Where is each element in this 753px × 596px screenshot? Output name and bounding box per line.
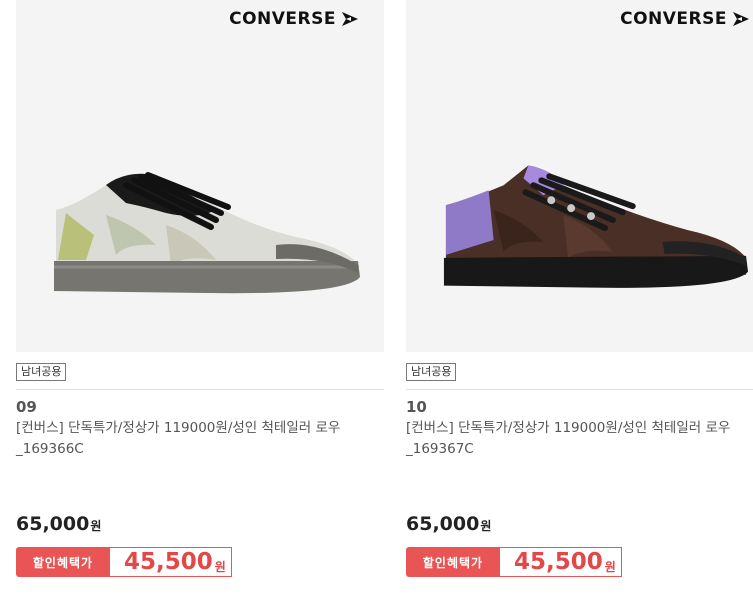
product-number: 09 bbox=[16, 398, 37, 416]
camo-sneaker-brown-icon bbox=[443, 165, 749, 288]
product-card[interactable]: CONVERSE 남녀공용 10 [컨버스] 단독특가/정상가 119000원/… bbox=[406, 0, 753, 596]
brand-logo: CONVERSE bbox=[229, 9, 360, 29]
sale-price-box: 할인혜택가 45,500 원 bbox=[406, 547, 622, 577]
brand-logo: CONVERSE bbox=[620, 9, 751, 29]
star-chevron-icon bbox=[342, 12, 358, 26]
product-number: 10 bbox=[406, 398, 427, 416]
price-value: 65,000 bbox=[16, 513, 90, 535]
product-image[interactable]: CONVERSE bbox=[16, 0, 384, 352]
brand-name: CONVERSE bbox=[620, 9, 727, 29]
product-title[interactable]: [컨버스] 단독특가/정상가 119000원/성인 척테일러 로우_169366… bbox=[16, 418, 356, 460]
sale-label: 할인혜택가 bbox=[16, 547, 110, 577]
price-unit: 원 bbox=[90, 519, 102, 533]
sale-price-value: 45,500 bbox=[514, 549, 603, 575]
sale-price-unit: 원 bbox=[604, 559, 616, 574]
product-title[interactable]: [컨버스] 단독특가/정상가 119000원/성인 척테일러 로우_169367… bbox=[406, 418, 746, 460]
unisex-badge: 남녀공용 bbox=[406, 363, 457, 381]
sale-price-unit: 원 bbox=[214, 559, 226, 574]
divider bbox=[16, 389, 384, 390]
product-image[interactable]: CONVERSE bbox=[406, 0, 753, 352]
original-price: 65,000원 bbox=[16, 513, 101, 535]
sale-price: 45,500 원 bbox=[110, 547, 232, 577]
sale-label: 할인혜택가 bbox=[406, 547, 500, 577]
sale-price: 45,500 원 bbox=[500, 547, 622, 577]
sale-price-value: 45,500 bbox=[124, 549, 213, 575]
price-unit: 원 bbox=[480, 519, 492, 533]
brand-name: CONVERSE bbox=[229, 9, 336, 29]
price-value: 65,000 bbox=[406, 513, 480, 535]
product-card[interactable]: CONVERSE 남녀공용 09 [컨버스] 단독특가/정상가 119000원/… bbox=[16, 0, 384, 596]
divider bbox=[406, 389, 753, 390]
original-price: 65,000원 bbox=[406, 513, 491, 535]
sale-price-box: 할인혜택가 45,500 원 bbox=[16, 547, 232, 577]
unisex-badge: 남녀공용 bbox=[16, 363, 67, 381]
camo-sneaker-grey-icon bbox=[54, 172, 360, 294]
star-chevron-icon bbox=[733, 12, 749, 26]
